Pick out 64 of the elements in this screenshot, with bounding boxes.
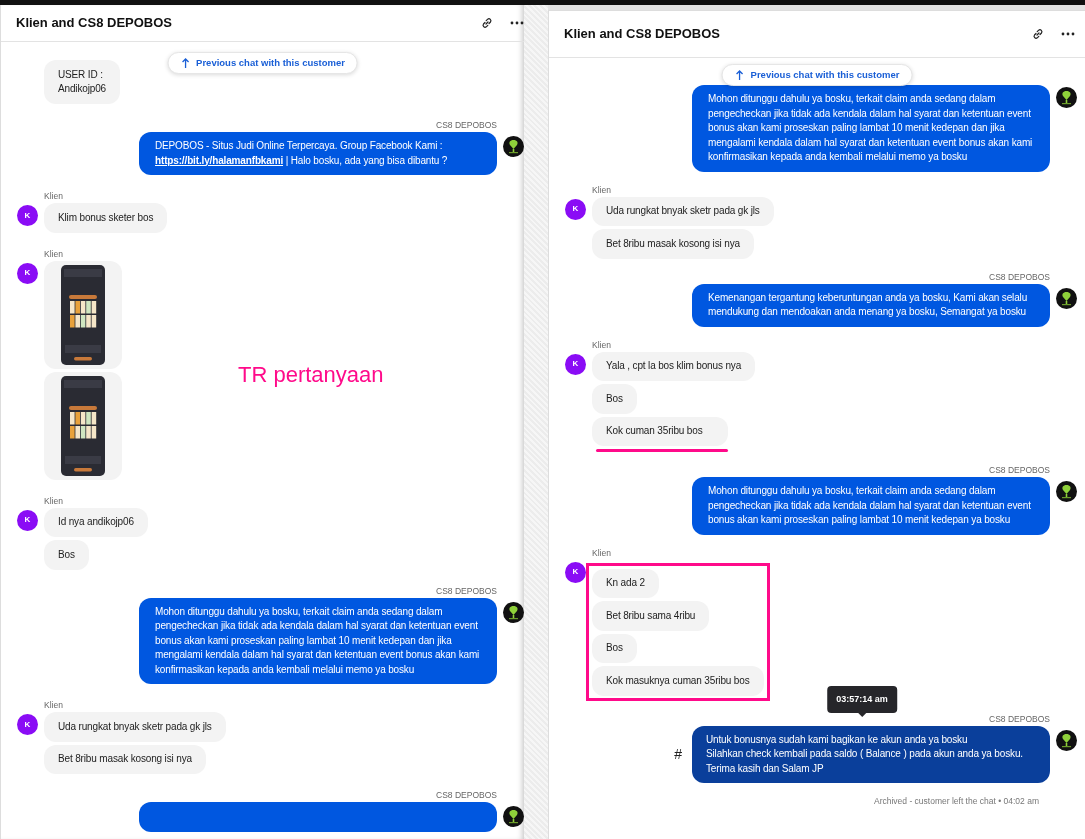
link-icon[interactable]	[480, 16, 494, 30]
chat-title: Klien and CS8 DEPOBOS	[16, 14, 173, 33]
agent-avatar	[503, 601, 524, 623]
message-bubble: Kok masuknya cuman 35ribu bos	[592, 666, 764, 696]
annotation-text: TR pertanyaan	[238, 361, 384, 389]
message-bubble: Untuk bonusnya sudah kami bagikan ke akun anda ya bosku Silahkan check kembali pada saldo ( Balance ) pada akun anda ya bosku. Terima kasih dan Salam JP	[692, 725, 1050, 783]
message-bubble: Bos	[592, 384, 637, 414]
chat-title: Klien and CS8 DEPOBOS	[564, 25, 721, 44]
sender-name: CS8 DEPOBOS	[989, 466, 1050, 475]
agent-avatar	[1056, 87, 1077, 109]
sender-name: Klien	[592, 340, 611, 350]
avatar: K	[565, 353, 586, 375]
sender-name: Klien	[592, 185, 611, 195]
message-bubble: Kok cuman 35ribu bos	[592, 416, 728, 446]
message-bubble: Bos	[44, 540, 89, 570]
sender-name: CS8 DEPOBOS	[436, 121, 497, 130]
message-bubble: Kn ada 2	[592, 568, 659, 598]
sender-name: Klien	[44, 249, 63, 259]
avatar: K	[17, 714, 38, 735]
message-bubble: Uda rungkat bnyak sketr pada gk jls	[44, 712, 226, 742]
avatar: K	[17, 509, 38, 531]
message-bubble: DEPOBOS - Situs Judi Online Terpercaya. Group Facebook Kami : https://bit.ly/halamanfbkami | Halo bosku, ada yang bisa dibantu ?	[139, 132, 497, 175]
agent-avatar	[503, 136, 524, 158]
sender-name: CS8 DEPOBOS	[436, 586, 497, 596]
message-bubble: Bet 8ribu sama 4ribu	[592, 601, 710, 631]
message-bubble: Bet 8ribu masak kosong isi nya	[592, 229, 754, 259]
avatar: K	[565, 561, 586, 583]
hash-marker: #	[674, 744, 682, 764]
link-icon[interactable]	[1031, 27, 1045, 41]
sender-name: Klien	[44, 192, 63, 201]
chat-status: Archived - customer left the chat • 04:02 am	[872, 795, 1040, 808]
avatar: K	[17, 262, 38, 284]
message-bubble: Uda rungkat bnyak sketr pada gk jls	[592, 196, 774, 226]
message-bubble: USER ID : Andikojp06	[44, 60, 120, 104]
sender-name: Klien	[592, 548, 611, 558]
agent-avatar	[1056, 287, 1077, 309]
image-bubble[interactable]	[44, 260, 122, 369]
agent-avatar	[1056, 729, 1077, 751]
sender-name: CS8 DEPOBOS	[989, 272, 1050, 282]
message-bubble: Mohon ditunggu dahulu ya bosku, terkait claim anda sedang dalam pengecheckan jika tidak ada kendala dalam hal syarat dan ketentuan event bonus akan kami proseskan paling lambat 10 menit kedepan dan jika mengalami kendala dalam hal syarat dan ketentuan event bonus akan kami konfirmasikan kepada anda kembali melalui memo ya bosku	[692, 85, 1050, 172]
sender-name: CS8 DEPOBOS	[989, 714, 1050, 724]
message-bubble: Bet 8ribu masak kosong isi nya	[44, 744, 206, 774]
avatar: K	[17, 205, 38, 226]
message-bubble: Klim bonus sketer bos	[44, 203, 168, 233]
sender-name: Klien	[44, 701, 63, 710]
agent-avatar	[503, 806, 524, 828]
image-bubble[interactable]	[44, 371, 122, 480]
message-bubble: Mohon ditunggu dahulu ya bosku, terkait claim anda sedang dalam pengecheckan jika tidak ada kendala dalam hal syarat dan ketentuan event bonus akan kami proseskan paling lambat 10 menit kedepan dan jika mengalami kendala dalam hal syarat dan ketentuan event bonus akan kami konfirmasikan kepada anda kembali melalui memo ya bosku	[139, 597, 497, 684]
message-bubble: Yala , cpt la bos klim bonus nya	[592, 351, 756, 381]
sender-name: CS8 DEPOBOS	[436, 791, 497, 800]
message-bubble: Kemenangan tergantung keberuntungan anda ya bosku, Kami akan selalu mendukung dan mendoakan anda menang ya bosku, Semangat ya bosku	[692, 283, 1050, 327]
previous-chat-button[interactable]: Previous chat with this customer	[721, 64, 913, 87]
message-bubble: Mohon ditunggu dahulu ya bosku, terkait claim anda sedang dalam pengecheckan jika tidak ada kendala dalam hal syarat dan ketentuan event bonus akan kami proseskan paling lambat 10 menit kedepan ya bosku	[692, 477, 1050, 535]
message-bubble: Bos	[592, 633, 637, 663]
arrow-up-icon	[180, 57, 191, 70]
message-link[interactable]: https://bit.ly/halamanfbkami	[155, 154, 284, 166]
message-bubble: Id nya andikojp06	[44, 507, 148, 537]
avatar: K	[565, 198, 586, 220]
more-icon[interactable]	[510, 20, 524, 26]
arrow-up-icon	[734, 69, 745, 82]
sender-name: Klien	[44, 496, 63, 506]
agent-avatar	[1056, 481, 1077, 503]
more-icon[interactable]	[1061, 31, 1075, 37]
previous-chat-button[interactable]: Previous chat with this customer	[167, 52, 358, 75]
